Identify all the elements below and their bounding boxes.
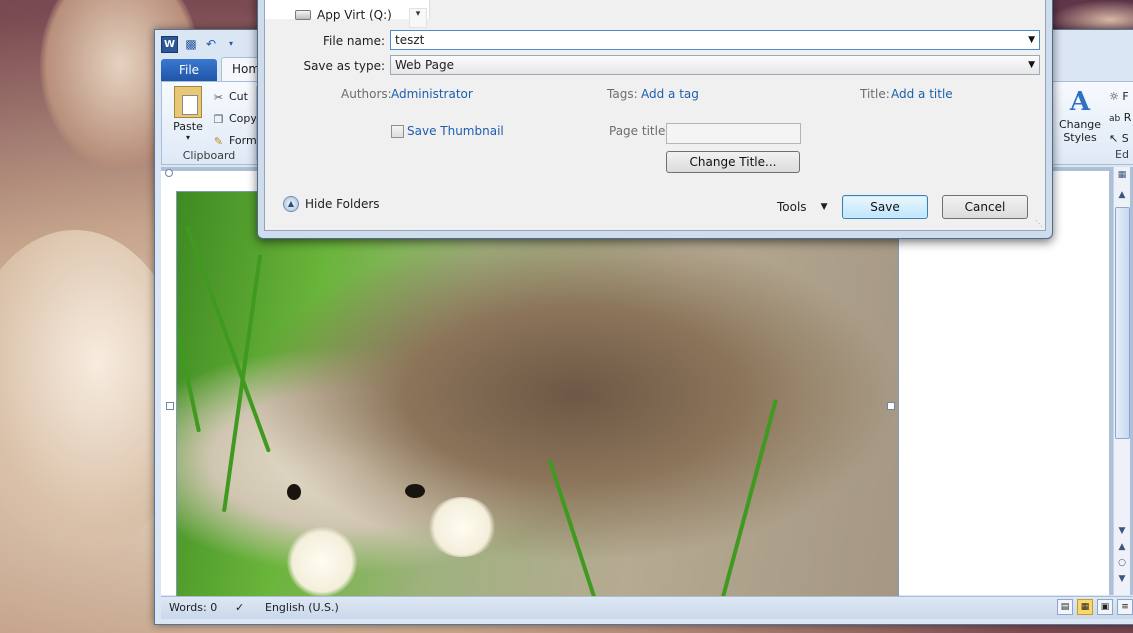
folder-item-app-virt[interactable]: App Virt (Q:) [295,8,392,22]
copy-button[interactable]: ❐ Copy [212,108,257,130]
resize-handle[interactable] [887,402,895,410]
next-page-icon[interactable]: ▼ [1115,573,1129,585]
dropdown-arrow-icon[interactable]: ▾ [224,37,238,51]
word-logo-icon[interactable]: W [161,35,178,53]
full-screen-reading-icon[interactable]: ▦ [1077,599,1093,615]
tools-dropdown[interactable]: Tools ▼ [777,200,827,214]
hedgehog-eye [287,484,301,500]
quick-access-toolbar: W ▩ ↶ ▾ [161,35,238,53]
paste-button[interactable]: Paste ▾ [168,86,208,142]
ruler-toggle-icon[interactable]: ▦ [1115,169,1129,181]
paste-label: Paste [173,120,203,133]
scrollbar-thumb[interactable] [1115,207,1130,439]
ribbon-right-groups: A Change Styles ☼ F ab R ↖ S Ed [1055,86,1133,162]
find-label: F [1122,90,1129,103]
outline-icon[interactable]: ≡ [1117,599,1133,615]
chevron-down-icon[interactable]: ▼ [1028,56,1035,74]
replace-button[interactable]: ab R [1109,107,1131,128]
save-button[interactable]: Save [842,195,928,219]
vertical-scrollbar[interactable]: ▦ ▲ ▼ ▲ ○ ▼ [1113,167,1130,595]
replace-icon: ab [1109,114,1121,124]
resize-handle[interactable] [166,402,174,410]
editing-commands: ☼ F ab R ↖ S [1109,86,1131,149]
hedgehog-picture[interactable] [176,191,899,598]
folder-item-label: App Virt (Q:) [317,8,392,22]
find-button[interactable]: ☼ F [1109,86,1131,107]
language-indicator[interactable]: English (U.S.) [265,601,339,614]
chevron-down-icon[interactable]: ▾ [409,8,427,28]
view-buttons: ▤ ▦ ▣ ≡ [1057,599,1133,615]
word-count[interactable]: Words: 0 [169,601,217,614]
paintbrush-icon: ✎ [213,134,224,148]
clover-flower [287,527,357,597]
save-as-type-select[interactable]: Web Page ▼ [390,55,1040,75]
grass-blade [717,398,778,597]
authors-value[interactable]: Administrator [391,87,473,101]
page-title-field [666,123,801,144]
scissors-icon: ✂ [213,90,224,104]
scroll-down-icon[interactable]: ▼ [1115,525,1129,537]
web-layout-icon[interactable]: ▣ [1097,599,1113,615]
save-thumbnail-checkbox[interactable] [391,125,404,138]
scroll-up-icon[interactable]: ▲ [1115,189,1129,201]
clipboard-commands: ✂ Cut ❐ Copy ✎ Form [212,86,257,152]
chevron-down-icon: ▼ [820,202,828,212]
save-icon[interactable]: ▩ [184,37,198,51]
print-layout-icon[interactable]: ▤ [1057,599,1073,615]
change-styles-label: Change [1058,118,1102,131]
status-bar: Words: 0 ✓ English (U.S.) ▤ ▦ ▣ ≡ [161,596,1133,619]
save-thumbnail-label[interactable]: Save Thumbnail [407,124,504,138]
file-name-label: File name: [323,34,385,48]
chevron-down-icon[interactable]: ▼ [1028,31,1035,49]
file-name-value: teszt [395,33,425,47]
clipboard-group-label: Clipboard [182,149,236,162]
styles-icon: A [1069,87,1091,117]
proofing-icon[interactable]: ✓ [235,601,244,614]
save-as-dialog: App Virt (Q:) ▾ File name: teszt ▼ Save … [257,0,1053,239]
page-title-label: Page title: [609,124,670,138]
change-styles-label-2: Styles [1063,131,1097,144]
previous-page-icon[interactable]: ▲ [1115,541,1129,553]
select-button[interactable]: ↖ S [1109,128,1131,149]
replace-label: R [1123,111,1132,124]
hide-folders-button[interactable]: ▲ Hide Folders [283,196,380,212]
save-as-type-value: Web Page [395,58,455,72]
copy-label: Copy [229,112,257,125]
authors-label: Authors: [341,87,392,101]
clover-flower [427,497,497,557]
binoculars-icon: ☼ [1109,90,1119,103]
file-name-input[interactable]: teszt ▼ [390,30,1040,50]
copy-icon: ❐ [213,112,224,126]
hide-folders-label: Hide Folders [305,197,380,211]
change-title-button[interactable]: Change Title... [666,151,800,173]
title-label: Title: [860,87,890,101]
dialog-body: App Virt (Q:) ▾ File name: teszt ▼ Save … [264,0,1046,231]
tools-label: Tools [777,200,807,214]
tab-file[interactable]: File [161,59,217,81]
undo-icon[interactable]: ↶ [204,37,218,51]
tags-value[interactable]: Add a tag [641,87,699,101]
resize-handle[interactable] [165,169,173,177]
save-as-type-label: Save as type: [303,59,385,73]
cut-label: Cut [229,90,248,103]
title-value[interactable]: Add a title [891,87,953,101]
chevron-down-icon: ▾ [185,133,190,142]
chevron-up-icon: ▲ [283,196,299,212]
hedgehog-eye [405,484,425,498]
drive-icon [295,10,311,20]
folder-pane: App Virt (Q:) ▾ [265,0,430,28]
clipboard-icon [174,86,202,118]
resize-grip-icon[interactable]: ⋱ [1035,219,1043,228]
tags-label: Tags: [607,87,638,101]
cut-button[interactable]: ✂ Cut [212,86,257,108]
grass-blade [547,459,601,597]
grass-blade [177,235,201,433]
change-styles-button[interactable]: A Change Styles [1055,86,1105,144]
cursor-icon: ↖ [1109,132,1119,145]
cancel-button[interactable]: Cancel [942,195,1028,219]
browse-object-icon[interactable]: ○ [1115,557,1129,569]
editing-group-label: Ed [1115,148,1129,161]
select-label: S [1121,132,1129,145]
